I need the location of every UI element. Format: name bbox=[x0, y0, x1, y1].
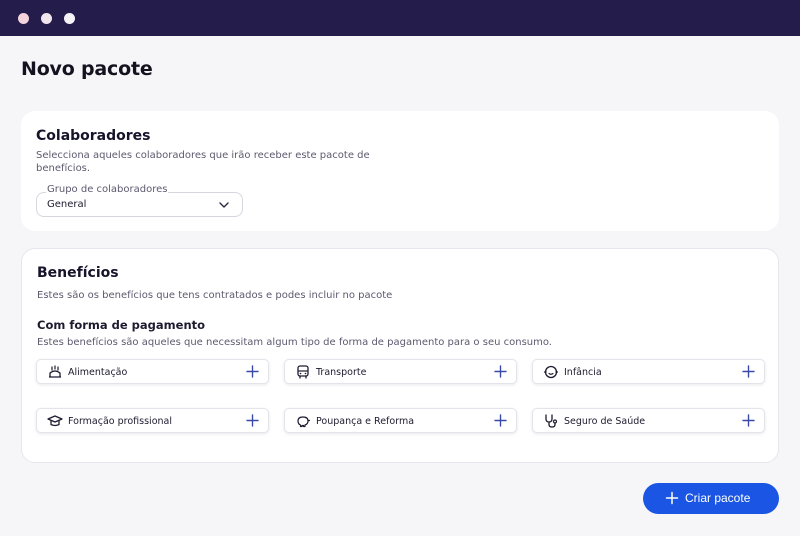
create-package-label: Criar pacote bbox=[685, 491, 751, 505]
collaborator-group-select[interactable]: General bbox=[36, 192, 243, 217]
baby-icon bbox=[543, 365, 559, 379]
add-icon[interactable] bbox=[245, 413, 260, 428]
add-icon[interactable] bbox=[741, 413, 756, 428]
benefit-infancia[interactable]: Infância bbox=[532, 359, 765, 384]
chevron-down-icon bbox=[219, 202, 229, 208]
benefit-seguro-saude[interactable]: Seguro de Saúde bbox=[532, 408, 765, 433]
benefit-label: Poupança e Reforma bbox=[316, 416, 415, 427]
benefit-transporte[interactable]: Transporte bbox=[284, 359, 517, 384]
collaborators-title: Colaboradores bbox=[36, 128, 151, 144]
add-icon[interactable] bbox=[493, 364, 508, 379]
plus-icon bbox=[665, 491, 679, 505]
page-title: Novo pacote bbox=[21, 58, 153, 80]
benefit-label: Infância bbox=[564, 367, 602, 378]
benefit-alimentacao[interactable]: Alimentação bbox=[36, 359, 269, 384]
benefit-poupanca-reforma[interactable]: Poupança e Reforma bbox=[284, 408, 517, 433]
add-icon[interactable] bbox=[493, 413, 508, 428]
collaborators-description-line2: benefícios. bbox=[36, 163, 91, 174]
stethoscope-icon bbox=[545, 414, 558, 428]
collaborator-group-label: Grupo de colaboradores bbox=[46, 184, 169, 195]
benefits-title: Benefícios bbox=[37, 265, 119, 281]
add-icon[interactable] bbox=[245, 364, 260, 379]
window-titlebar bbox=[0, 0, 800, 36]
piggy-bank-icon bbox=[297, 416, 311, 428]
benefit-formacao-profissional[interactable]: Formação profissional bbox=[36, 408, 269, 433]
window-maximize-dot[interactable] bbox=[64, 13, 75, 24]
bus-icon bbox=[297, 365, 309, 379]
benefit-label: Formação profissional bbox=[68, 416, 172, 427]
payment-section-title: Com forma de pagamento bbox=[37, 318, 206, 332]
benefit-label: Seguro de Saúde bbox=[564, 416, 646, 427]
add-icon[interactable] bbox=[741, 364, 756, 379]
window-close-dot[interactable] bbox=[18, 13, 29, 24]
food-icon bbox=[49, 365, 61, 378]
benefits-description: Estes são os benefícios que tens contrat… bbox=[37, 290, 393, 301]
collaborator-group-value: General bbox=[47, 199, 87, 210]
window-minimize-dot[interactable] bbox=[41, 13, 52, 24]
collaborators-description-line1: Selecciona aqueles colaboradores que irã… bbox=[36, 150, 370, 161]
benefit-label: Transporte bbox=[316, 367, 367, 378]
benefit-label: Alimentação bbox=[68, 367, 128, 378]
payment-section-description: Estes benefícios são aqueles que necessi… bbox=[37, 337, 552, 348]
create-package-button[interactable]: Criar pacote bbox=[643, 483, 779, 514]
graduation-cap-icon bbox=[47, 415, 63, 427]
